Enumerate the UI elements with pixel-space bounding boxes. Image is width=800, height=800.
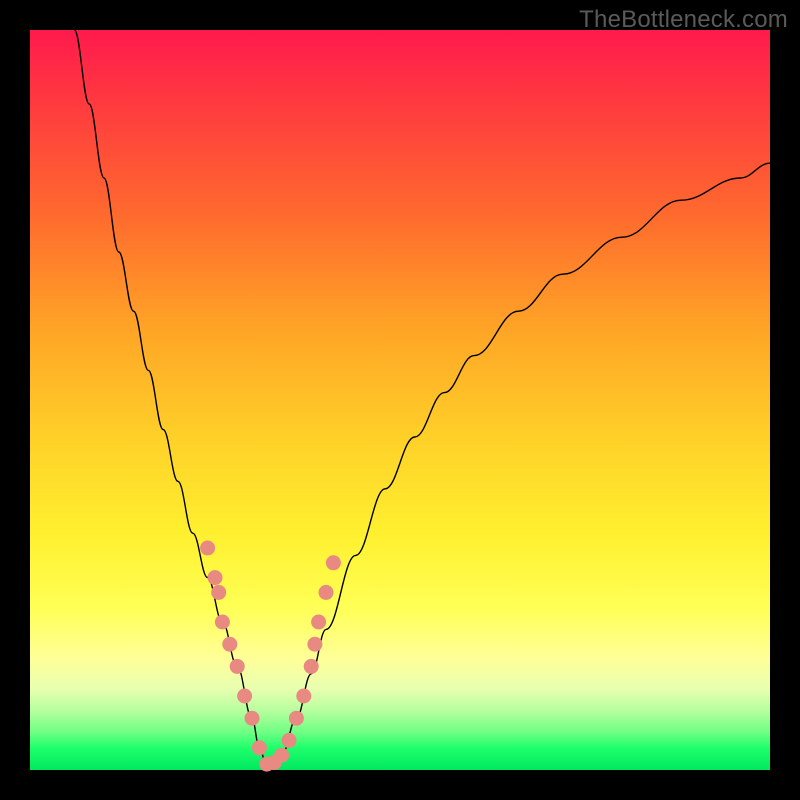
highlight-dot [245, 711, 260, 726]
highlight-dot [237, 689, 252, 704]
highlight-dot [296, 689, 311, 704]
highlight-dot [289, 711, 304, 726]
highlight-dot [326, 555, 341, 570]
highlight-dot [304, 659, 319, 674]
highlight-dot [311, 615, 326, 630]
highlight-dot [222, 637, 237, 652]
highlight-dot [200, 541, 215, 556]
chart-svg [30, 30, 770, 770]
highlight-dot [319, 585, 334, 600]
highlight-dot [274, 748, 289, 763]
highlight-dot [215, 615, 230, 630]
highlight-dot [252, 740, 267, 755]
bottleneck-curve [74, 30, 770, 766]
highlight-dot [307, 637, 322, 652]
plot-area [30, 30, 770, 770]
outer-frame: TheBottleneck.com [0, 0, 800, 800]
highlight-dot [282, 733, 297, 748]
highlight-dots [200, 541, 341, 772]
highlight-dot [230, 659, 245, 674]
highlight-dot [211, 585, 226, 600]
highlight-dot [208, 570, 223, 585]
